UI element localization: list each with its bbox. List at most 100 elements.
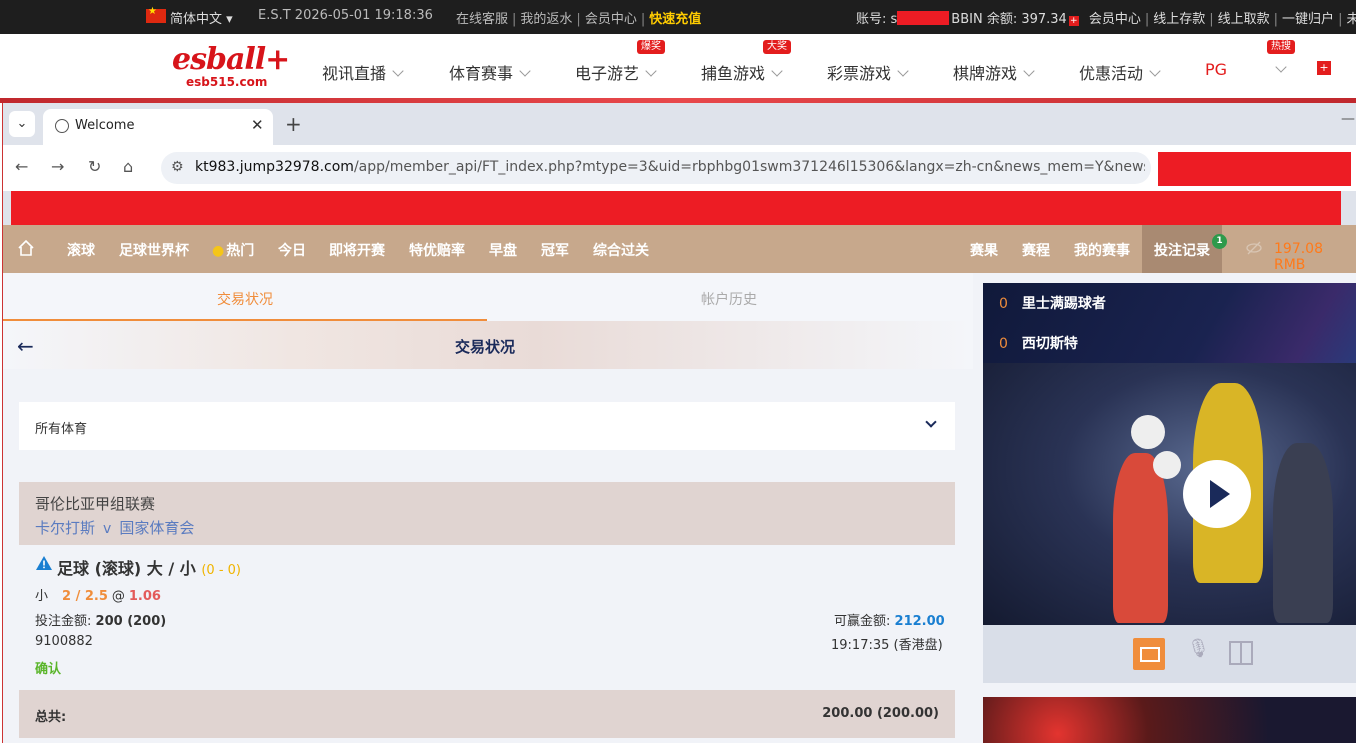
address-bar[interactable]: ⚙ kt983.jump32978.com/app/member_api/FT_… <box>161 152 1151 184</box>
new-tab-button[interactable]: + <box>285 112 302 136</box>
live-scoreboard: 0 里士满踢球者 0 西切斯特 <box>983 283 1356 363</box>
nav-promotions[interactable]: 优惠活动 <box>1079 60 1161 84</box>
sbnav-schedule[interactable]: 赛程 <box>1022 240 1050 260</box>
win-value: 212.00 <box>894 614 945 629</box>
minimize-icon[interactable]: — <box>1341 111 1355 127</box>
football-icon <box>1153 451 1181 479</box>
chevron-down-icon <box>645 65 657 77</box>
live-panel: 0 里士满踢球者 0 西切斯特 🎙 <box>983 273 1356 743</box>
nav-lottery[interactable]: 彩票游戏 <box>827 60 909 84</box>
chevron-down-icon <box>771 65 783 77</box>
handicap-line: 2 / 2.5 <box>62 589 108 604</box>
total-value: 200.00 (200.00) <box>822 706 939 721</box>
badge-bigprize: 大奖 <box>763 40 791 54</box>
sbnav-my-events[interactable]: 我的赛事 <box>1074 240 1130 260</box>
tab-transactions[interactable]: 交易状况 <box>217 289 273 309</box>
star-icon: ● <box>212 243 225 259</box>
match-score: (0 - 0) <box>201 563 241 578</box>
link-rebate[interactable]: 我的返水 <box>520 12 572 27</box>
sbnav-bet-records[interactable]: 投注记录 <box>1154 240 1210 260</box>
link-quick-deposit[interactable]: 快速充值 <box>649 12 701 27</box>
site-logo[interactable]: esball+ esb515.com <box>172 42 290 96</box>
chevron-down-icon <box>1275 61 1287 73</box>
tab-account-history[interactable]: 帐户历史 <box>701 289 757 309</box>
microphone-icon[interactable]: 🎙 <box>1187 638 1210 668</box>
stake-value: 200 (200) <box>95 614 167 629</box>
nav-cards[interactable]: 棋牌游戏 <box>953 60 1035 84</box>
chevron-down-icon <box>392 65 404 77</box>
balance-value: 197.08 <box>1274 241 1323 257</box>
browser-tab[interactable]: Welcome ✕ <box>43 109 273 145</box>
sbnav-inplay[interactable]: 滚球 <box>67 240 95 260</box>
sbnav-parlay[interactable]: 综合过关 <box>593 240 649 260</box>
sbnav-today[interactable]: 今日 <box>278 240 306 260</box>
home-team: 卡尔打斯 <box>35 519 96 537</box>
close-icon[interactable]: ✕ <box>251 116 264 134</box>
stake-label: 投注金额: <box>35 614 92 629</box>
bet-record-count-badge: 1 <box>1212 234 1227 249</box>
acct-link-member[interactable]: 会员中心 <box>1089 12 1141 27</box>
sbnav-starting-soon[interactable]: 即将开赛 <box>329 240 385 260</box>
league-header: 哥伦比亚甲组联赛 卡尔打斯 v 国家体育会 <box>19 482 955 545</box>
top-bar: 简体中文 ▾ E.S.T 2026-05-01 19:18:36 在线客服|我的… <box>0 0 1356 34</box>
plus-icon[interactable]: + <box>1317 61 1331 75</box>
promo-banner[interactable] <box>983 697 1356 743</box>
link-support[interactable]: 在线客服 <box>456 12 508 27</box>
nav-fishing[interactable]: 捕鱼游戏 <box>701 60 783 84</box>
selection-label: 小 <box>35 589 49 604</box>
acct-link-deposit[interactable]: 线上存款 <box>1153 12 1205 27</box>
redaction-box <box>897 11 950 25</box>
sport-filter-dropdown[interactable]: 所有体育 <box>19 402 955 450</box>
home-icon[interactable]: ⌂ <box>123 157 133 176</box>
logo-text: esball+ <box>172 42 290 77</box>
sbnav-results[interactable]: 赛果 <box>970 240 998 260</box>
page-title: 交易状况 <box>455 338 516 356</box>
main-content: 交易状况 帐户历史 ← 交易状况 所有体育 哥伦比亚甲组联赛 卡尔打斯 v 国家体育… <box>3 273 973 743</box>
ticket-id: 9100882 <box>35 634 93 649</box>
vs-label: v <box>103 521 112 537</box>
football-icon <box>1131 415 1165 449</box>
bet-detail: 足球 (滚球) 大 / 小 (0 - 0) 小 2 / 2.5 @1.06 投注金额… <box>19 545 955 690</box>
back-arrow-icon[interactable]: ← <box>17 334 34 358</box>
bet-market: 足球 (滚球) 大 / 小 (0 - 0) <box>57 555 241 579</box>
nav-sports[interactable]: 体育赛事 <box>449 60 531 84</box>
live-video-player[interactable] <box>983 363 1356 625</box>
nav-slots[interactable]: 电子游艺 <box>575 60 657 84</box>
eye-off-icon[interactable] <box>1246 240 1262 256</box>
site-nav: esball+ esb515.com 视讯直播 体育赛事 电子游艺 爆奖 捕鱼游… <box>0 34 1356 98</box>
odds-value: 1.06 <box>128 589 161 604</box>
back-arrow-icon[interactable]: ← <box>15 157 28 176</box>
forward-arrow-icon[interactable]: → <box>51 157 64 176</box>
market-label: 足球 (滚球) 大 / 小 <box>57 559 196 578</box>
sbnav-early[interactable]: 早盘 <box>489 240 517 260</box>
acct-link-unread[interactable]: 未读 <box>1346 12 1356 27</box>
acct-link-withdraw[interactable]: 线上取款 <box>1218 12 1270 27</box>
field-icon[interactable] <box>1229 641 1253 665</box>
bet-time: 19:17:35 (香港盘) <box>831 638 943 653</box>
sbnav-outright[interactable]: 冠军 <box>541 240 569 260</box>
at-symbol: @ <box>111 589 125 604</box>
bbin-balance: BBIN 余额: 397.34 <box>951 12 1067 27</box>
play-button-icon[interactable] <box>1183 460 1251 528</box>
tv-icon[interactable] <box>1133 638 1165 670</box>
plus-icon[interactable]: + <box>1068 16 1079 26</box>
language-selector[interactable]: 简体中文 ▾ <box>170 8 233 27</box>
sbnav-worldcup[interactable]: 足球世界杯 <box>119 240 189 260</box>
sbnav-best-odds[interactable]: 特优赔率 <box>409 240 465 260</box>
sbnav-hot[interactable]: ● 热门 <box>212 240 254 260</box>
status-badge: 确认 <box>35 662 62 677</box>
url-path: /app/member_api/FT_index.php?mtype=3&uid… <box>353 159 1145 175</box>
team-name: 西切斯特 <box>1021 336 1078 352</box>
redaction-box <box>1158 152 1351 186</box>
nav-live-video[interactable]: 视讯直播 <box>322 60 404 84</box>
tab-search-button[interactable]: ⌄ <box>9 111 35 137</box>
site-info-icon[interactable]: ⚙ <box>171 159 184 175</box>
link-member[interactable]: 会员中心 <box>585 12 637 27</box>
china-flag-icon <box>146 6 166 23</box>
stake: 投注金额: 200 (200) <box>35 610 166 629</box>
acct-link-consolidate[interactable]: 一键归户 <box>1282 12 1334 27</box>
nav-pg[interactable]: PG <box>1205 60 1287 79</box>
away-team: 国家体育会 <box>119 519 195 537</box>
reload-icon[interactable]: ↻ <box>88 157 101 176</box>
home-icon[interactable] <box>17 239 35 257</box>
